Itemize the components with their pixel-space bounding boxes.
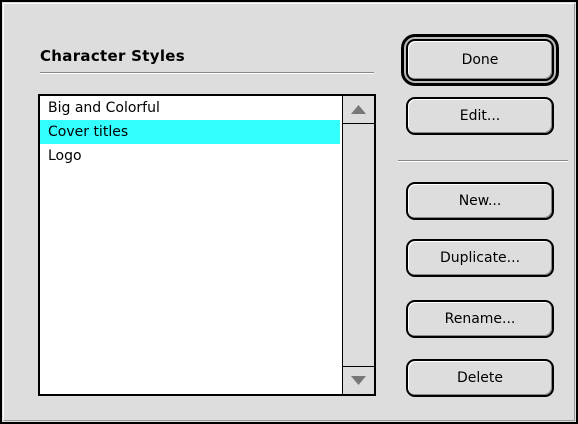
rename-button-label: Rename... [444, 311, 516, 327]
triangle-up-icon [351, 105, 366, 114]
duplicate-button[interactable]: Duplicate... [406, 239, 554, 277]
done-button-label: Done [461, 52, 499, 68]
scroll-up-button[interactable] [343, 96, 374, 124]
list-item-logo[interactable]: Logo [40, 144, 340, 168]
dialog-title: Character Styles [40, 47, 185, 65]
done-button[interactable]: Done [406, 39, 554, 81]
delete-button-label: Delete [457, 370, 503, 386]
new-button-label: New... [458, 193, 502, 209]
title-divider [40, 72, 374, 74]
delete-button[interactable]: Delete [406, 359, 554, 397]
styles-listbox[interactable]: Big and Colorful Cover titles Logo [38, 94, 376, 396]
scroll-track[interactable] [343, 124, 374, 366]
scroll-down-button[interactable] [343, 366, 374, 394]
new-button[interactable]: New... [406, 182, 554, 220]
duplicate-button-label: Duplicate... [439, 250, 521, 266]
triangle-down-icon [351, 376, 366, 385]
vertical-scrollbar[interactable] [342, 96, 374, 394]
styles-list: Big and Colorful Cover titles Logo [40, 96, 340, 394]
list-item-big-and-colorful[interactable]: Big and Colorful [40, 96, 340, 120]
character-styles-dialog: Character Styles Big and Colorful Cover … [0, 0, 578, 424]
edit-button[interactable]: Edit... [406, 97, 554, 135]
list-item-cover-titles[interactable]: Cover titles [40, 120, 340, 144]
edit-button-label: Edit... [459, 108, 501, 124]
rename-button[interactable]: Rename... [406, 300, 554, 338]
button-group-divider [398, 160, 568, 162]
